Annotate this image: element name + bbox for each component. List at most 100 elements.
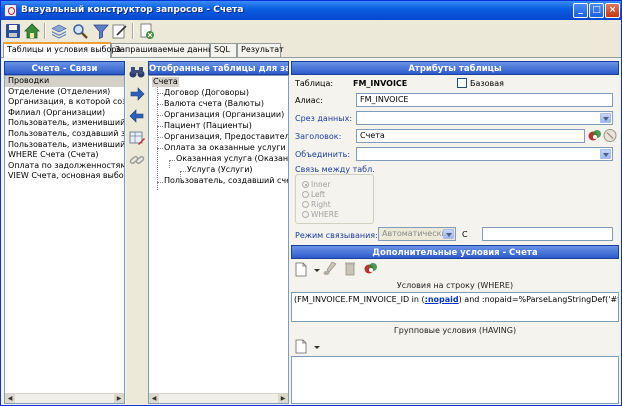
where-editor[interactable]: (FM_INVOICE.FM_INVOICE_ID in (:nopaid) a… — [291, 292, 619, 322]
link-c-input[interactable] — [482, 227, 613, 241]
title-bar[interactable]: Визуальный конструктор запросов - Счета … — [1, 1, 621, 20]
tree-connector — [169, 160, 170, 168]
scroll-right-icon[interactable]: ▶ — [278, 394, 288, 403]
base-label: Базовая — [470, 79, 504, 88]
where-param[interactable]: :nopaid — [425, 295, 459, 304]
radio-dot — [302, 201, 309, 208]
data-slice-combo[interactable] — [356, 111, 613, 125]
close-button[interactable]: × — [605, 3, 620, 18]
chevron-down-icon[interactable] — [309, 262, 320, 277]
list-item[interactable]: Организация, в которой создан — [5, 97, 124, 108]
radio-where[interactable]: WHERE — [302, 210, 339, 219]
where-header: Условия на строку (WHERE) — [396, 281, 514, 290]
merge-label: Объединить: — [295, 150, 351, 159]
tree-connector — [157, 86, 158, 190]
link-mode-value: Автоматически — [382, 229, 447, 238]
chevron-down-icon[interactable] — [309, 339, 320, 354]
list-item[interactable]: Оплата по задолженностям за — [5, 161, 124, 172]
selected-tables-tree[interactable]: Счета Договор (Договоры) Валюта счета (В… — [148, 75, 289, 404]
radio-dot — [302, 211, 309, 218]
tree-node[interactable]: Организация (Организации) — [164, 110, 284, 120]
list-item[interactable]: Пользователь, создавший запи — [5, 129, 124, 140]
merge-combo[interactable] — [356, 147, 613, 161]
search-icon[interactable] — [71, 22, 89, 40]
list-item[interactable]: WHERE Счета (Счета) — [5, 150, 124, 161]
document-clear-icon[interactable] — [138, 22, 156, 40]
tree-node[interactable]: Договор (Договоры) — [164, 88, 249, 98]
translate-icon[interactable] — [363, 261, 379, 276]
alias-label: Алиас: — [295, 96, 323, 105]
tab-requested-data[interactable]: Запрашиваемые данные — [111, 43, 219, 57]
tree-node[interactable]: Пользователь, создавший счет (Вр — [164, 176, 288, 186]
base-checkbox[interactable] — [457, 78, 467, 88]
list-item[interactable]: Проводки — [5, 76, 124, 87]
arrow-right-icon[interactable] — [128, 85, 146, 103]
translate-icon[interactable] — [587, 128, 603, 143]
tree-node[interactable]: Организация, Предоставитель сч — [164, 132, 288, 142]
home-icon[interactable] — [23, 22, 41, 40]
filter-icon[interactable] — [92, 22, 110, 40]
radio-right[interactable]: Right — [302, 200, 331, 209]
radio-inner[interactable]: Inner — [302, 180, 330, 189]
tree-node[interactable]: Пациент (Пациенты) — [164, 121, 252, 131]
edit-icon[interactable] — [111, 22, 129, 40]
radio-dot — [302, 181, 309, 188]
tab-tables-conditions[interactable]: Таблицы и условия выбора — [3, 42, 121, 58]
maximize-button[interactable]: □ — [589, 3, 604, 18]
list-item[interactable]: Пользователь, изменивший запи — [5, 140, 124, 151]
chevron-down-icon[interactable] — [600, 113, 611, 123]
scroll-left-icon[interactable]: ◀ — [149, 394, 159, 403]
binoculars-icon[interactable] — [128, 63, 146, 81]
trash-icon[interactable] — [342, 261, 358, 276]
links-panel-title: Счета - Связи — [4, 61, 125, 75]
tree-node[interactable]: Оказанная услуга (Оказанные — [176, 154, 288, 164]
list-item[interactable]: Пользователь, изменивший сч — [5, 118, 124, 129]
link-type-group: Inner Left Right WHERE — [295, 174, 374, 224]
list-item[interactable]: Отделение (Отделения) — [5, 87, 124, 98]
radio-label: WHERE — [311, 210, 339, 219]
tree-horizontal-scrollbar[interactable]: ◀ ▶ — [149, 393, 288, 403]
alias-input[interactable]: FM_INVOICE — [356, 93, 613, 107]
scroll-left-icon[interactable]: ◀ — [5, 394, 15, 403]
tree-connector — [157, 148, 163, 149]
links-list[interactable]: Проводки Отделение (Отделения) Организац… — [4, 75, 125, 404]
tree-connector — [157, 93, 163, 94]
tab-sql[interactable]: SQL — [210, 43, 237, 57]
link-mode-combo[interactable]: Автоматически — [378, 227, 456, 241]
chevron-down-icon[interactable] — [443, 229, 454, 239]
selected-tables-title: Отобранные таблицы для запроса — [148, 61, 289, 75]
minimize-button[interactable]: _ — [573, 3, 588, 18]
table-label: Таблица: — [295, 79, 334, 88]
radio-label: Left — [311, 190, 326, 199]
radio-left[interactable]: Left — [302, 190, 325, 199]
app-icon — [4, 4, 17, 17]
list-item[interactable]: VIEW Счета, основная выборка — [5, 171, 124, 182]
links-horizontal-scrollbar[interactable]: ◀ ▶ — [5, 393, 124, 403]
list-item[interactable]: Филиал (Организации) — [5, 108, 124, 119]
arrow-left-icon[interactable] — [128, 107, 146, 125]
link-type-label: Связь между табл. — [295, 165, 375, 174]
new-document-icon[interactable] — [293, 262, 309, 277]
tree-node-root[interactable]: Счета — [152, 77, 179, 87]
link-icon[interactable] — [128, 151, 146, 169]
tree-node[interactable]: Оплата за оказанные услуги (Счет — [164, 143, 288, 153]
layers-icon[interactable] — [50, 22, 68, 40]
scroll-right-icon[interactable]: ▶ — [114, 394, 124, 403]
toolbar-separator — [44, 23, 46, 39]
clear-icon[interactable] — [602, 128, 618, 143]
tree-node[interactable]: Услуга (Услуги) — [187, 165, 253, 175]
chevron-down-icon[interactable] — [600, 149, 611, 159]
tree-connector — [180, 171, 186, 172]
window-title: Визуальный конструктор запросов - Счета — [21, 5, 244, 15]
new-document-icon[interactable] — [293, 339, 309, 354]
tab-result[interactable]: Результат — [237, 43, 284, 57]
tree-node[interactable]: Валюта счета (Валюты) — [164, 99, 264, 109]
brush-icon[interactable] — [322, 261, 338, 276]
radio-label: Right — [311, 200, 331, 209]
header-input[interactable]: Счета — [356, 129, 585, 143]
table-edit-icon[interactable] — [128, 129, 146, 147]
save-icon[interactable] — [4, 22, 22, 40]
toolbar — [1, 20, 621, 42]
having-editor[interactable] — [291, 356, 619, 404]
table-value: FM_INVOICE — [353, 79, 408, 88]
